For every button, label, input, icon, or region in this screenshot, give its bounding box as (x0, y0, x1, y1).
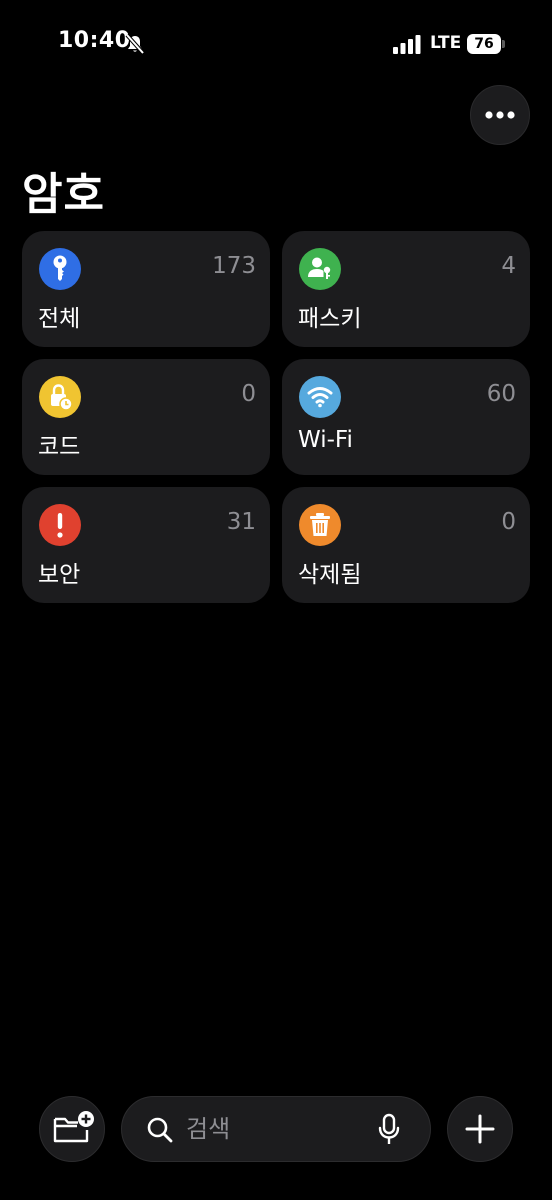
category-label: 전체 (38, 306, 81, 332)
category-count: 0 (241, 381, 256, 407)
category-count: 60 (486, 381, 516, 407)
more-button[interactable] (470, 85, 530, 145)
category-label: 보안 (38, 562, 81, 588)
category-label: 패스키 (298, 306, 362, 332)
page-title: 암호 (22, 169, 105, 220)
category-label: Wi-Fi (298, 427, 353, 453)
plus-icon (465, 1114, 495, 1144)
category-count: 4 (501, 253, 516, 279)
trash-icon (299, 504, 341, 546)
key-icon (39, 248, 81, 290)
battery-cap (502, 40, 505, 48)
add-button[interactable] (447, 1096, 513, 1162)
network-type: LTE (430, 33, 462, 53)
ellipsis-icon (485, 111, 515, 119)
category-codes[interactable]: 0 코드 (22, 359, 270, 475)
category-label: 삭제됨 (298, 562, 362, 588)
person-key-icon (299, 248, 341, 290)
bell-slash-icon (125, 33, 145, 55)
signal-bars-icon (393, 35, 421, 54)
new-folder-icon (53, 1111, 94, 1143)
wifi-icon (299, 376, 341, 418)
exclamation-icon (39, 504, 81, 546)
category-passkeys[interactable]: 4 패스키 (282, 231, 530, 347)
new-folder-button[interactable] (39, 1096, 105, 1162)
category-deleted[interactable]: 0 삭제됨 (282, 487, 530, 603)
microphone-icon[interactable] (376, 1113, 402, 1147)
lock-clock-icon (39, 376, 81, 418)
battery-level: 76 (467, 34, 501, 54)
category-count: 173 (212, 253, 256, 279)
battery-icon: 76 (467, 34, 505, 54)
search-input[interactable] (186, 1110, 366, 1148)
category-label: 코드 (38, 434, 81, 460)
search-icon (147, 1117, 173, 1143)
category-wifi[interactable]: 60 Wi-Fi (282, 359, 530, 475)
search-bar[interactable] (121, 1096, 431, 1162)
category-security[interactable]: 31 보안 (22, 487, 270, 603)
status-time: 10:40 (58, 28, 131, 53)
category-count: 31 (226, 509, 256, 535)
category-all[interactable]: 173 전체 (22, 231, 270, 347)
category-count: 0 (501, 509, 516, 535)
status-bar: 10:40 LTE 76 (0, 0, 552, 90)
